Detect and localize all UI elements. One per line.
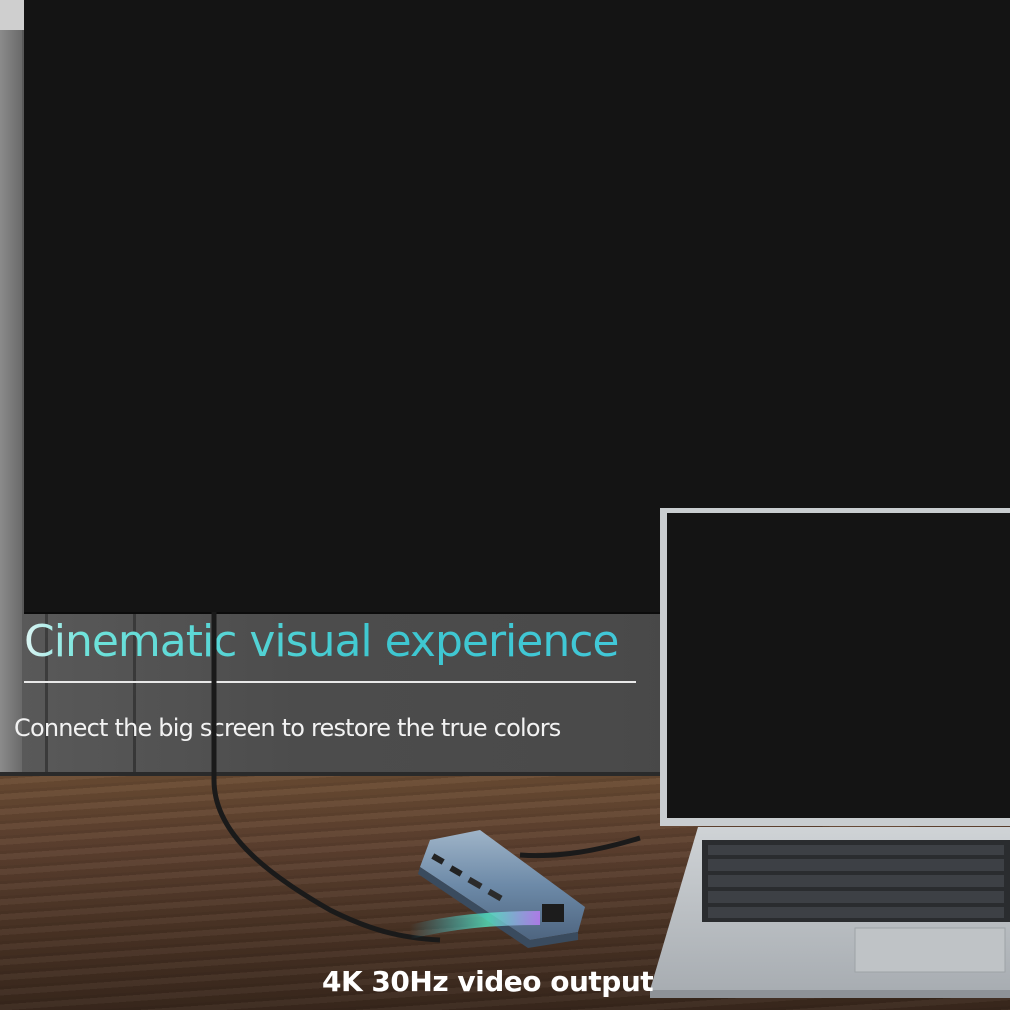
subheadline: Connect the big screen to restore the tr… bbox=[14, 714, 561, 742]
feature-caption: 4K 30Hz video output bbox=[322, 965, 654, 998]
usb-c-hub bbox=[410, 830, 585, 948]
laptop bbox=[650, 508, 1010, 998]
wall-light-patch bbox=[0, 0, 24, 30]
headline: Cinematic visual experience bbox=[24, 612, 619, 672]
headline-divider bbox=[24, 681, 636, 683]
wall-edge bbox=[0, 0, 22, 780]
